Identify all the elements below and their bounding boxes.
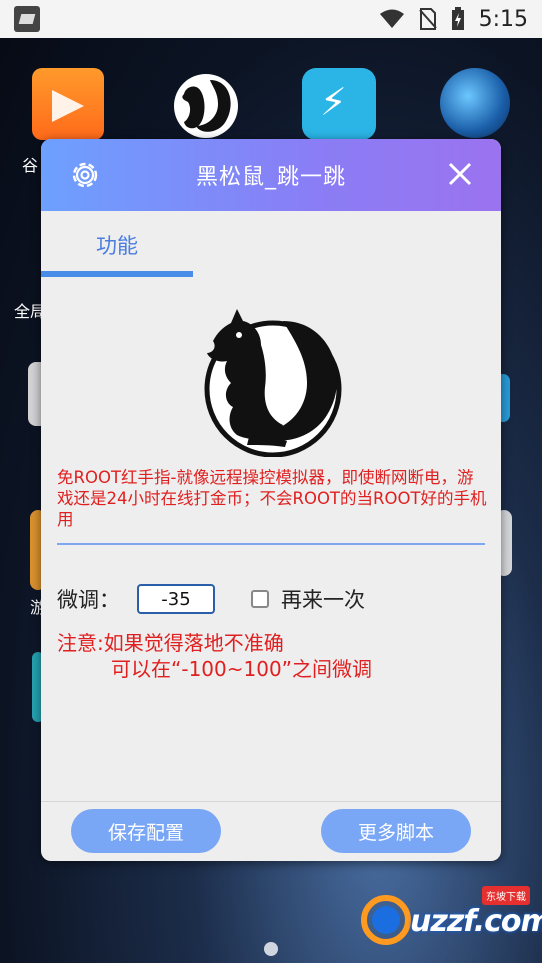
close-icon[interactable]	[443, 157, 477, 191]
divider	[57, 543, 485, 545]
status-bar: 5:15	[0, 0, 542, 38]
watermark-text: uzzf.com	[410, 904, 542, 939]
tab-functions[interactable]: 功能	[41, 211, 193, 279]
adjust-row: 微调： 再来一次	[57, 583, 365, 615]
dialog-title: 黑松鼠_跳一跳	[195, 165, 346, 190]
script-dialog: 黑松鼠_跳一跳 功能 免ROOT红手指-就像远程操控模拟器，即使断网断电，游戏还…	[41, 139, 501, 861]
home-page-indicator	[264, 942, 278, 956]
more-scripts-button[interactable]: 更多脚本	[321, 809, 471, 853]
squirrel-app-icon[interactable]	[166, 68, 242, 140]
settings-gear-icon[interactable]	[67, 157, 103, 193]
app-store-icon[interactable]	[32, 68, 104, 140]
retry-checkbox[interactable]	[251, 590, 269, 608]
dialog-header: 黑松鼠_跳一跳	[41, 139, 501, 211]
adjust-label: 微调：	[57, 588, 120, 612]
note-line-2: 可以在“-100~100”之间微调	[111, 657, 373, 681]
tab-indicator	[41, 271, 193, 277]
tab-label: 功能	[96, 234, 138, 258]
retry-label[interactable]: 再来一次	[281, 584, 365, 614]
clock: 5:15	[478, 6, 528, 32]
footer-divider	[41, 801, 501, 802]
note-line-1: 注意:如果觉得落地不准确	[57, 631, 284, 655]
globe-app-icon[interactable]	[440, 68, 510, 138]
no-sim-icon	[418, 8, 437, 30]
adjust-input[interactable]	[137, 584, 215, 614]
feature-description: 免ROOT红手指-就像远程操控模拟器，即使断网断电，游戏还是24小时在线打金币；…	[57, 468, 487, 529]
desktop-label: 谷	[22, 156, 39, 175]
bolt-app-icon[interactable]	[302, 68, 376, 140]
app-notification-icon	[14, 6, 40, 32]
wifi-icon	[379, 9, 404, 28]
squirrel-logo-icon	[204, 309, 342, 457]
save-config-button[interactable]: 保存配置	[71, 809, 221, 853]
watermark-badge: 东坡下载	[482, 886, 530, 905]
battery-charging-icon	[451, 7, 464, 30]
